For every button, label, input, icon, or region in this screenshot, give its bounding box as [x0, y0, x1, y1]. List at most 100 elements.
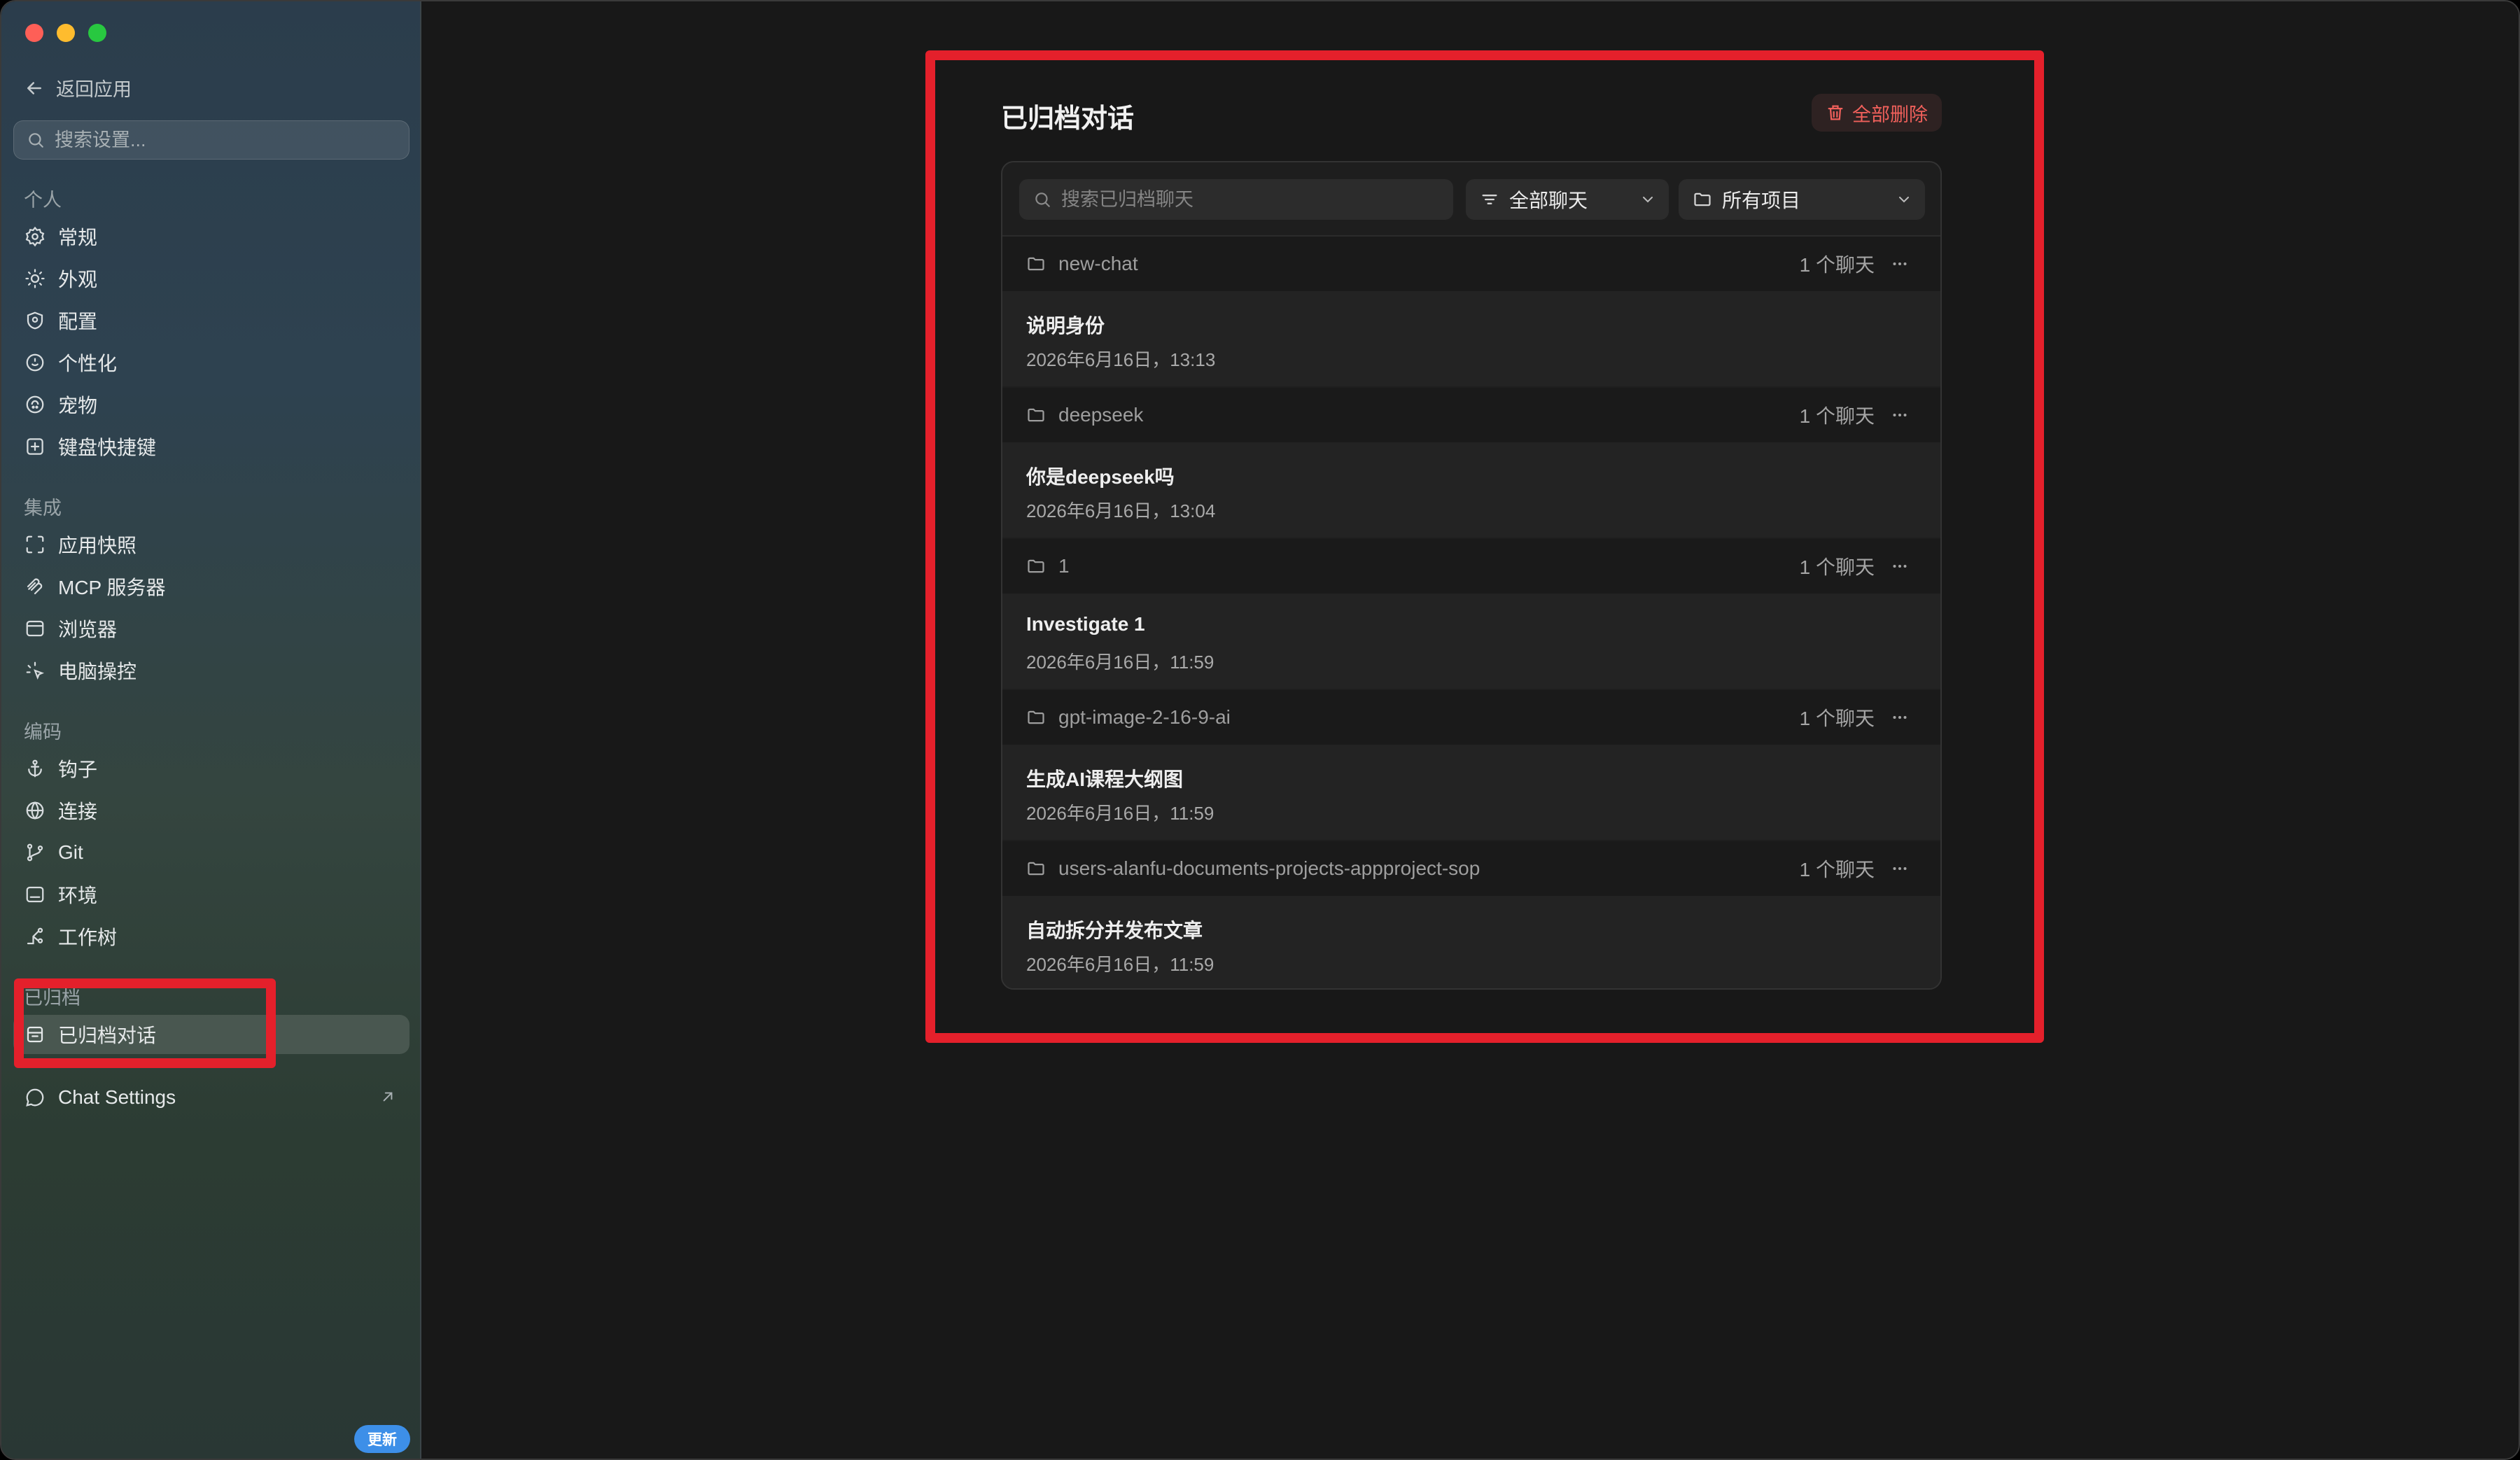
snapshot-frame-icon: [26, 535, 44, 554]
sidebar-item-app-snapshot[interactable]: 应用快照: [13, 525, 410, 564]
chevron-down-icon: [1643, 197, 1653, 203]
archive-search-box[interactable]: [1019, 179, 1453, 220]
chat-bubble-icon: [26, 1088, 44, 1107]
project-filter-dropdown[interactable]: 所有项目: [1679, 179, 1925, 220]
sidebar-item-label: Chat Settings: [58, 1086, 176, 1108]
sidebar-item-appearance[interactable]: 外观: [13, 259, 410, 298]
more-options-button[interactable]: [1886, 552, 1914, 580]
settings-search-box[interactable]: [13, 120, 410, 160]
sidebar-item-general[interactable]: 常规: [13, 217, 410, 256]
sidebar-item-mcp-servers[interactable]: MCP 服务器: [13, 567, 410, 606]
sidebar-item-label: 常规: [58, 227, 98, 248]
project-group-header[interactable]: users-alanfu-documents-projects-appproje…: [1002, 841, 1940, 896]
sidebar-item-config[interactable]: 配置: [13, 301, 410, 340]
pet-icon: [26, 395, 44, 414]
sidebar-item-connections[interactable]: 连接: [13, 791, 410, 830]
archive-icon: [27, 1026, 43, 1043]
chat-title: 生成AI课程大纲图: [1026, 768, 1184, 790]
folder-icon: [1028, 710, 1044, 724]
sidebar-item-shortcuts[interactable]: 键盘快捷键: [13, 427, 410, 466]
archived-chat-row[interactable]: 生成AI课程大纲图 2026年6月16日，11:59: [1002, 745, 1940, 840]
archived-chat-row[interactable]: 说明身份 2026年6月16日，13:13: [1002, 291, 1940, 386]
project-folder-name: gpt-image-2-16-9-ai: [1058, 706, 1231, 728]
chat-title: 你是deepseek吗: [1026, 466, 1175, 488]
chat-count: 1 个聊天: [1799, 254, 1875, 276]
project-group-header[interactable]: 1 1 个聊天: [1002, 539, 1940, 594]
sidebar-item-worktree[interactable]: 工作树: [13, 917, 410, 956]
archive-toolbar: 全部聊天 所有项目: [1002, 162, 1940, 237]
ellipsis-icon: [1893, 867, 1907, 870]
settings-sidebar: 返回应用 个人 常规 外观 配置 个性化 宠物 键盘快: [1, 1, 421, 1459]
chat-timestamp: 2026年6月16日，11:59: [1026, 954, 1214, 975]
search-icon: [1035, 192, 1050, 207]
archive-search-input[interactable]: [1061, 188, 1439, 211]
project-group-header[interactable]: new-chat 1 个聊天: [1002, 237, 1940, 291]
archived-chat-row[interactable]: 自动拆分并发布文章 2026年6月16日，11:59: [1002, 896, 1940, 988]
globe-icon: [26, 801, 44, 820]
more-options-button[interactable]: [1886, 855, 1914, 883]
section-title-coding: 编码: [24, 722, 62, 743]
more-options-button[interactable]: [1886, 703, 1914, 731]
sidebar-item-environment[interactable]: 环境: [13, 875, 410, 914]
sidebar-item-pets[interactable]: 宠物: [13, 385, 410, 424]
project-group-header[interactable]: deepseek 1 个聊天: [1002, 388, 1940, 442]
project-folder-name: users-alanfu-documents-projects-appproje…: [1058, 857, 1480, 879]
project-filter-value: 所有项目: [1722, 190, 1801, 211]
project-folder-name: 1: [1058, 555, 1070, 577]
filter-icon: [1482, 195, 1497, 204]
anchor-icon: [28, 759, 42, 778]
ellipsis-icon: [1893, 262, 1907, 265]
sidebar-item-label: 工作树: [58, 927, 118, 948]
chat-timestamp: 2026年6月16日，11:59: [1026, 652, 1214, 673]
chat-filter-value: 全部聊天: [1509, 190, 1588, 211]
section-title-integrations: 集成: [24, 498, 62, 519]
sun-icon: [25, 269, 45, 288]
archived-chat-row[interactable]: 你是deepseek吗 2026年6月16日，13:04: [1002, 442, 1940, 538]
project-folder-name: deepseek: [1058, 404, 1144, 426]
sidebar-item-hooks[interactable]: 钩子: [13, 749, 410, 788]
window-controls: [25, 24, 106, 42]
chat-filter-dropdown[interactable]: 全部聊天: [1466, 179, 1669, 220]
sidebar-item-browser[interactable]: 浏览器: [13, 609, 410, 648]
chevron-down-icon: [1899, 197, 1909, 203]
sidebar-item-label: 宠物: [58, 395, 98, 416]
back-to-app-link[interactable]: 返回应用: [24, 74, 132, 101]
folder-icon: [1028, 559, 1044, 573]
gear-icon: [25, 226, 45, 247]
minimize-window-button[interactable]: [57, 24, 75, 42]
sidebar-item-label: 钩子: [58, 759, 98, 780]
more-options-button[interactable]: [1886, 250, 1914, 278]
git-branch-icon: [27, 843, 43, 862]
sidebar-item-computer-control[interactable]: 电脑操控: [13, 651, 410, 690]
update-badge[interactable]: 更新: [354, 1425, 410, 1453]
zoom-window-button[interactable]: [88, 24, 106, 42]
chat-timestamp: 2026年6月16日，13:04: [1026, 500, 1216, 521]
chat-timestamp: 2026年6月16日，11:59: [1026, 803, 1214, 824]
browser-icon: [26, 620, 44, 637]
archived-chat-row[interactable]: Investigate 1 2026年6月16日，11:59: [1002, 594, 1940, 689]
sidebar-item-label: 外观: [58, 269, 98, 290]
sidebar-item-label: Git: [58, 841, 83, 863]
delete-all-button[interactable]: 全部删除: [1812, 94, 1942, 132]
chat-count: 1 个聊天: [1799, 405, 1875, 427]
chat-timestamp: 2026年6月16日，13:13: [1026, 349, 1216, 370]
worktree-icon: [27, 927, 43, 945]
ellipsis-icon: [1893, 716, 1907, 719]
chat-count: 1 个聊天: [1799, 859, 1875, 880]
sidebar-item-archived-chats[interactable]: 已归档对话: [13, 1015, 410, 1054]
more-options-button[interactable]: [1886, 401, 1914, 429]
keyboard-shortcut-icon: [27, 438, 43, 455]
sidebar-item-chat-settings[interactable]: Chat Settings: [13, 1078, 410, 1117]
sidebar-item-label: MCP 服务器: [58, 577, 166, 598]
sidebar-item-label: 浏览器: [58, 619, 118, 640]
sidebar-item-personalization[interactable]: 个性化: [13, 343, 410, 382]
chat-count: 1 个聊天: [1799, 556, 1875, 578]
external-link-icon: [383, 1092, 393, 1102]
folder-icon: [1028, 862, 1044, 876]
app-window: 返回应用 个人 常规 外观 配置 个性化 宠物 键盘快: [0, 0, 2520, 1460]
close-window-button[interactable]: [25, 24, 43, 42]
settings-search-input[interactable]: [55, 129, 391, 151]
project-group-header[interactable]: gpt-image-2-16-9-ai 1 个聊天: [1002, 690, 1940, 745]
sidebar-item-git[interactable]: Git: [13, 833, 410, 872]
section-title-personal: 个人: [24, 190, 62, 211]
